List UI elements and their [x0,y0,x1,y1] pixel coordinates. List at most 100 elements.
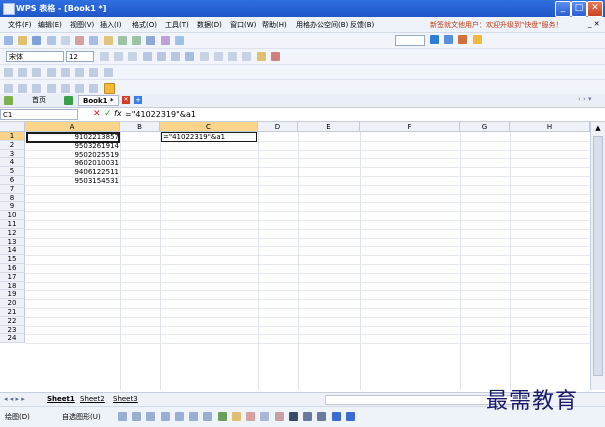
menu-data[interactable]: 数据(D) [197,20,222,30]
row-header[interactable]: 4 [0,158,25,168]
tab-scroll-arrows[interactable]: ‹ › ▾ [578,95,592,103]
cell-a4[interactable]: 9602010031 [27,159,119,168]
tool-icon-12[interactable] [46,84,56,93]
oval-icon[interactable] [160,412,170,421]
function-icon[interactable]: fx [114,109,122,118]
row-header[interactable]: 3 [0,149,25,159]
diagram-icon[interactable] [203,412,213,421]
scroll-up-icon[interactable]: ▲ [593,124,603,132]
row-header[interactable]: 1 [0,132,25,141]
select-all-corner[interactable] [0,122,25,132]
service-notice[interactable]: 新签就文他用户：欢迎升级到"快盘"服务！ [430,20,562,30]
column-header-c[interactable]: C [160,122,258,132]
dash-style-icon[interactable] [303,412,313,421]
tool-icon-8[interactable] [103,68,113,77]
row-header[interactable]: 14 [0,246,25,256]
copy-icon[interactable] [89,36,99,45]
autoshape-menu[interactable]: 自选图形(U) [62,412,101,422]
fill-icon[interactable] [246,412,256,421]
tool-icon-7[interactable] [89,68,99,77]
menu-tools[interactable]: 工具(T) [165,20,189,30]
close-tab-icon[interactable]: ✕ [122,96,130,104]
line-icon[interactable] [118,412,127,421]
text-color-icon[interactable] [274,412,284,421]
font-size-select[interactable]: 12 [66,51,94,62]
zoom-combo[interactable] [395,35,425,46]
column-header-b[interactable]: B [120,122,160,132]
bold-icon[interactable] [100,52,109,61]
new-tab-icon[interactable]: + [134,96,142,104]
paste-icon[interactable] [103,36,113,45]
highlight-tool-icon[interactable] [103,83,115,94]
column-header-d[interactable]: D [258,122,298,132]
menu-office-space[interactable]: 用格办公空间(B) [296,20,348,30]
menu-help[interactable]: 帮助(H) [262,20,287,30]
cell-c1-editor[interactable]: ="41022319"&a1 [161,132,257,142]
maximize-button[interactable]: □ [571,1,587,17]
line-style-icon[interactable] [288,412,298,421]
underline-icon[interactable] [128,52,138,61]
tool-icon-3[interactable] [32,68,42,77]
align-right-icon[interactable] [171,52,181,61]
close-button[interactable]: ✕ [587,1,603,17]
row-header[interactable]: 8 [0,193,25,203]
merge-icon[interactable] [185,52,195,61]
row-header[interactable]: 6 [0,176,25,185]
tool-icon-5[interactable] [60,68,70,77]
cell-a2[interactable]: 9503261914 [27,142,119,151]
shadow-icon[interactable] [331,412,341,421]
row-header[interactable]: 22 [0,316,25,326]
undo-icon[interactable] [117,36,127,45]
tab-book1[interactable]: Book1 * [78,95,119,106]
font-select[interactable]: 宋体 [6,51,64,62]
vertical-scrollbar[interactable]: ▲ [590,122,605,390]
tool-icon-1[interactable] [4,68,13,77]
minimize-button[interactable]: _ [555,1,571,17]
confirm-icon[interactable]: ✓ [104,109,112,119]
help-icon[interactable] [430,35,439,44]
row-header[interactable]: 16 [0,264,25,273]
cell-a3[interactable]: 9502025519 [27,151,119,160]
row-header[interactable]: 23 [0,325,25,335]
column-header-f[interactable]: F [360,122,460,132]
currency-icon[interactable] [199,52,209,61]
cancel-icon[interactable]: ✕ [93,109,101,119]
tool-icon-10[interactable] [18,84,28,93]
tool-icon-11[interactable] [32,84,42,93]
fill-color-icon[interactable] [256,52,266,61]
column-header-g[interactable]: G [460,122,510,132]
arrow-style-icon[interactable] [317,412,327,421]
row-header[interactable]: 7 [0,184,25,194]
row-header[interactable]: 19 [0,290,25,300]
menu-file[interactable]: 文件(F) [8,20,32,30]
row-header[interactable]: 12 [0,228,25,238]
row-header[interactable]: 10 [0,211,25,220]
tool-icon-9[interactable] [4,84,13,93]
textbox-icon[interactable] [174,412,184,421]
row-header[interactable]: 15 [0,255,25,264]
rectangle-icon[interactable] [146,412,156,421]
italic-icon[interactable] [114,52,124,61]
draw-menu[interactable]: 绘图(D) [5,412,30,422]
menu-window[interactable]: 窗口(W) [230,20,256,30]
row-header[interactable]: 17 [0,272,25,282]
formula-input[interactable]: ="41022319"&a1 [125,109,196,120]
tab-home[interactable]: 首页 [28,95,50,106]
align-left-icon[interactable] [142,52,152,61]
scroll-thumb[interactable] [593,136,603,376]
tool-icon-13[interactable] [60,84,70,93]
wordart-icon[interactable] [189,412,199,421]
preview-icon[interactable] [60,36,70,45]
cell-a1[interactable]: 9102213857 [26,132,120,143]
column-header-a[interactable]: A [25,122,120,132]
sheet-tab-1[interactable]: Sheet1 [47,394,75,405]
font-color-icon[interactable] [270,52,280,61]
cell-a5[interactable]: 9406122511 [27,168,119,177]
align-center-icon[interactable] [156,52,166,61]
tool-icon-6[interactable] [75,68,85,77]
line-color-icon[interactable] [260,412,270,421]
menu-edit[interactable]: 编辑(E) [38,20,62,30]
open-icon[interactable] [18,36,28,45]
spreadsheet-grid[interactable]: A B C D E F G H 1 2 3 4 5 6 7 8 9 10 11 12 13 14 15 16 1… [0,122,590,390]
picture-icon[interactable] [231,412,241,421]
